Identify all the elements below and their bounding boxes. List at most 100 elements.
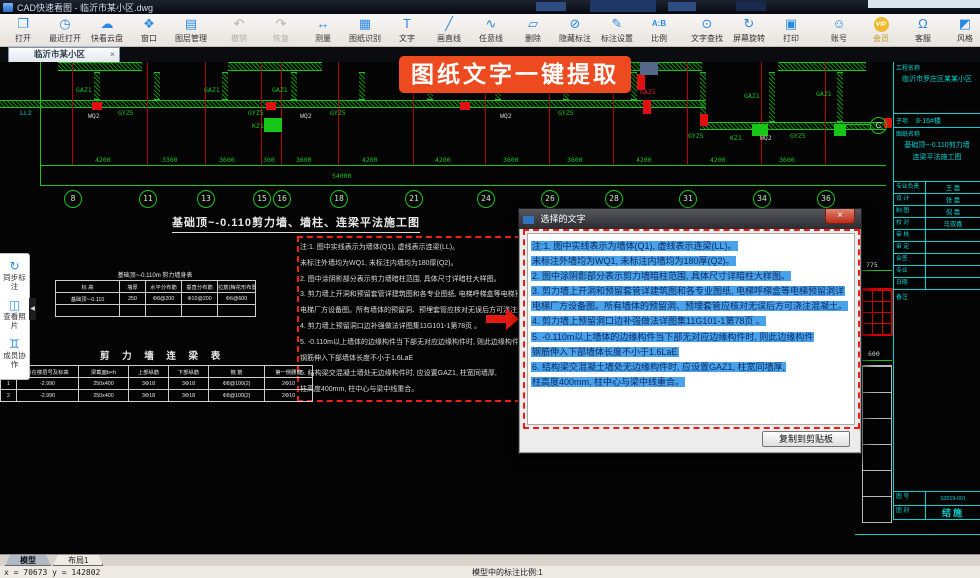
toolbar-item[interactable]: ▱ 删除 (512, 16, 554, 44)
titleblock-row: 审 核 (894, 230, 980, 242)
extracted-text-line[interactable]: 4. 剪力墙上预留洞口边补强做法详图集11G101-1第78页 。 (531, 313, 851, 328)
toolbar-item-label: 最近打开 (47, 33, 83, 44)
axis-bubble: 11 (139, 190, 157, 208)
toolbar-item-label: 测量 (305, 33, 341, 44)
extracted-text-line[interactable]: 未标注外墙均为WQ1, 未标注内墙均为180厚(Q2)。 (531, 253, 851, 268)
background-window-fragment (868, 0, 980, 8)
subproject-label: 子项 (896, 116, 908, 125)
extracted-text-line[interactable]: 5. -0.110m以上墙体的边缘构件当下部无对应边缘构件时, 则此边缘构件 (531, 329, 851, 344)
extracted-text-line[interactable]: 6. 结构梁交混凝土墙处无边缘构件时, 应设置GAZ1, 柱宽同墙厚, (531, 359, 851, 374)
panel-collapse-icon[interactable]: ◀ (29, 298, 36, 320)
table-cell: Φ10@200 (182, 293, 218, 305)
toolbar-item-icon: T (389, 16, 425, 32)
sidebar-item-label: 查看照片 (0, 312, 29, 330)
toolbar-item[interactable]: ▤ 图层管理 (170, 16, 212, 44)
toolbar-item-label: 账号 (821, 33, 857, 44)
sheetname-label: 图纸名称 (896, 129, 978, 138)
extracted-text-line[interactable]: 柱高度400mm, 柱中心与梁中线重合。 (531, 374, 851, 389)
table-cell: Φ8@200 (146, 293, 182, 305)
toolbar-item-label: 隐藏标注 (557, 33, 593, 44)
toolbar-item[interactable]: ↻ 屏幕旋转 (728, 16, 770, 44)
titleblock-row: 日期 (894, 278, 980, 290)
axis-bubble-letter: C (870, 117, 887, 134)
sidebar-item-icon: ♊ (0, 337, 29, 351)
toolbar-item[interactable]: ∿ 任意线 (470, 16, 512, 44)
toolbar-item[interactable]: T 文字 (386, 16, 428, 44)
toolbar-item[interactable]: A:B 比例 (638, 16, 680, 44)
table-cell: 墙厚 (120, 281, 146, 293)
toolbar-item[interactable]: ⊘ 隐藏标注 (554, 16, 596, 44)
toolbar-item[interactable]: ▣ 打印 (770, 16, 812, 44)
beam-schedule: 层号所在楼层号及标高梁截面b×h上部纵筋下部纵筋箍 筋第一侧腰筋1-2.9902… (0, 365, 312, 402)
toolbar-item[interactable]: ☺ 账号 (818, 16, 860, 44)
wall-schedule: 基础顶~-0.110m 剪力墙身表 标 高墙厚水平分布筋垂直分布筋拉筋(梅花形布… (55, 270, 255, 317)
toolbar-item[interactable]: ⊙ 文字查找 (686, 16, 728, 44)
titleblock-row-value: 马双喜 (926, 219, 980, 228)
titleblock-row-value: 倪 磊 (926, 207, 980, 216)
tab-close-icon[interactable]: × (110, 48, 115, 61)
layout-tab[interactable]: 布局1 (53, 555, 103, 566)
table-cell: 标 高 (56, 281, 120, 293)
toolbar-item[interactable]: ↷ 恢复 (260, 16, 302, 44)
plan-title: 基础顶~-0.110剪力墙、墙柱、连梁平法施工图 (172, 214, 420, 233)
extracted-text-line[interactable]: 电梯厂方设备图。所有墙体的预留洞、预埋套管应核对无误后方可浇注混凝土。 (531, 298, 851, 313)
toolbar-item[interactable]: ╱ 画直线 (428, 16, 470, 44)
toolbar-item-icon: ╱ (431, 16, 467, 32)
axis-bubble: 16 (273, 190, 291, 208)
window-title: CAD快速看图 - 临沂市某小区.dwg (17, 1, 153, 14)
selected-text: 4. 剪力墙上预留洞口边补强做法详图集11G101-1第78页 。 (531, 316, 766, 326)
document-tab[interactable]: × 临沂市某小区 (8, 47, 120, 62)
toolbar-item-icon: A:B (641, 16, 677, 32)
toolbar-item[interactable]: ↔ 测量 (302, 16, 344, 44)
toolbar-item-icon: ☺ (821, 16, 857, 32)
window-titlebar[interactable]: CAD快速看图 - 临沂市某小区.dwg (0, 0, 980, 14)
sheetname-line1: 基础顶~-0.110剪力墙 (896, 141, 978, 150)
toolbar-item[interactable]: ↶ 撤销 (218, 16, 260, 44)
toolbar-item[interactable]: ❖ 窗口 (128, 16, 170, 44)
titleblock-row: 制 图 倪 磊 (894, 206, 980, 218)
titleblock-row-label: 校 对 (894, 218, 926, 229)
toolbar-item[interactable]: VIP 会员 (860, 17, 902, 44)
toolbar-item[interactable]: ✎ 标注设置 (596, 16, 638, 44)
selected-text: 未标注外墙均为WQ1, 未标注内墙均为180厚(Q2)。 (531, 256, 736, 266)
table-cell: 基础顶~-0.110 (56, 293, 120, 305)
sidebar-item[interactable]: ◫ 查看照片 (0, 298, 29, 330)
extracted-text-line[interactable]: 注:1. 图中实线表示为墙体(Q1), 虚线表示连梁(LL)。 (531, 238, 851, 253)
selected-text: 3. 剪力墙上开洞和预留套管详建筑图和各专业图纸, 电梯呼梯盒等电梯预留洞详 (531, 286, 845, 296)
toolbar-item-icon: ▱ (515, 16, 551, 32)
toolbar-item[interactable]: Ω 客服 (902, 16, 944, 44)
sheet-tabbar: 模型 布局1 (0, 554, 980, 566)
titleblock-row-label: 专业负责 (894, 182, 926, 193)
extracted-text-dialog: 选择的文字 × 注:1. 图中实线表示为墙体(Q1), 虚线表示连梁(LL)。 … (518, 208, 862, 454)
table-row: 基础顶~-0.110250Φ8@200Φ10@200Φ6@600 (56, 293, 256, 305)
subproject-value: 8-16#楼 (916, 116, 941, 126)
toolbar-item[interactable]: ☁ 快看云盘 (86, 16, 128, 44)
selected-text: 钢筋伸入下部墙体长度不小于1.6LaE (531, 347, 679, 357)
titleblock-sign-rows: 会签 专业 日期 (894, 254, 980, 290)
dialog-titlebar[interactable]: 选择的文字 × (519, 209, 861, 229)
sidebar-item[interactable]: ♊ 成员协作 (0, 337, 29, 369)
extracted-text-line[interactable]: 钢筋伸入下部墙体长度不小于1.6LaE (531, 344, 851, 359)
toolbar-item[interactable]: ◩ 风格 (944, 16, 980, 44)
extracted-text-line[interactable]: 3. 剪力墙上开洞和预留套管详建筑图和各专业图纸, 电梯呼梯盒等电梯预留洞详 (531, 283, 851, 298)
extracted-text-line[interactable]: 2. 图中涂阴影部分表示剪力墙暗柱范围, 具体尺寸详暗柱大样图。 (531, 268, 851, 283)
toolbar-item-icon: ☁ (89, 16, 125, 32)
project-label: 工程名称 (896, 63, 978, 72)
table-cell: 梁截面b×h (79, 366, 129, 378)
sidebar-item[interactable]: ↻ 同步标注 (0, 259, 29, 291)
side-panel: ↻ 同步标注 ◫ 查看照片 ♊ 成员协作 ◀ (0, 253, 30, 380)
axis-bubble: 31 (679, 190, 697, 208)
selected-text: 5. -0.110m以上墙体的边缘构件当下部无对应边缘构件时, 则此边缘构件 (531, 332, 814, 342)
copy-to-clipboard-button[interactable]: 复制到剪贴板 (762, 431, 850, 447)
model-tab[interactable]: 模型 (5, 555, 51, 566)
toolbar-item[interactable]: ◷ 最近打开 (44, 16, 86, 44)
toolbar-item-icon: ▤ (173, 16, 209, 32)
extracted-text-area[interactable]: 注:1. 图中实线表示为墙体(Q1), 虚线表示连梁(LL)。 未标注外墙均为W… (527, 233, 855, 425)
axis-bubble: 24 (477, 190, 495, 208)
toolbar-item[interactable]: ▦ 图纸识别 (344, 16, 386, 44)
app-icon (3, 3, 13, 12)
dialog-close-button[interactable]: × (825, 209, 855, 224)
toolbar-item[interactable]: ❐ 打开 (2, 16, 44, 44)
toolbar-item-icon: ◩ (947, 16, 980, 32)
table-cell: 第一侧腰筋 (265, 366, 313, 378)
